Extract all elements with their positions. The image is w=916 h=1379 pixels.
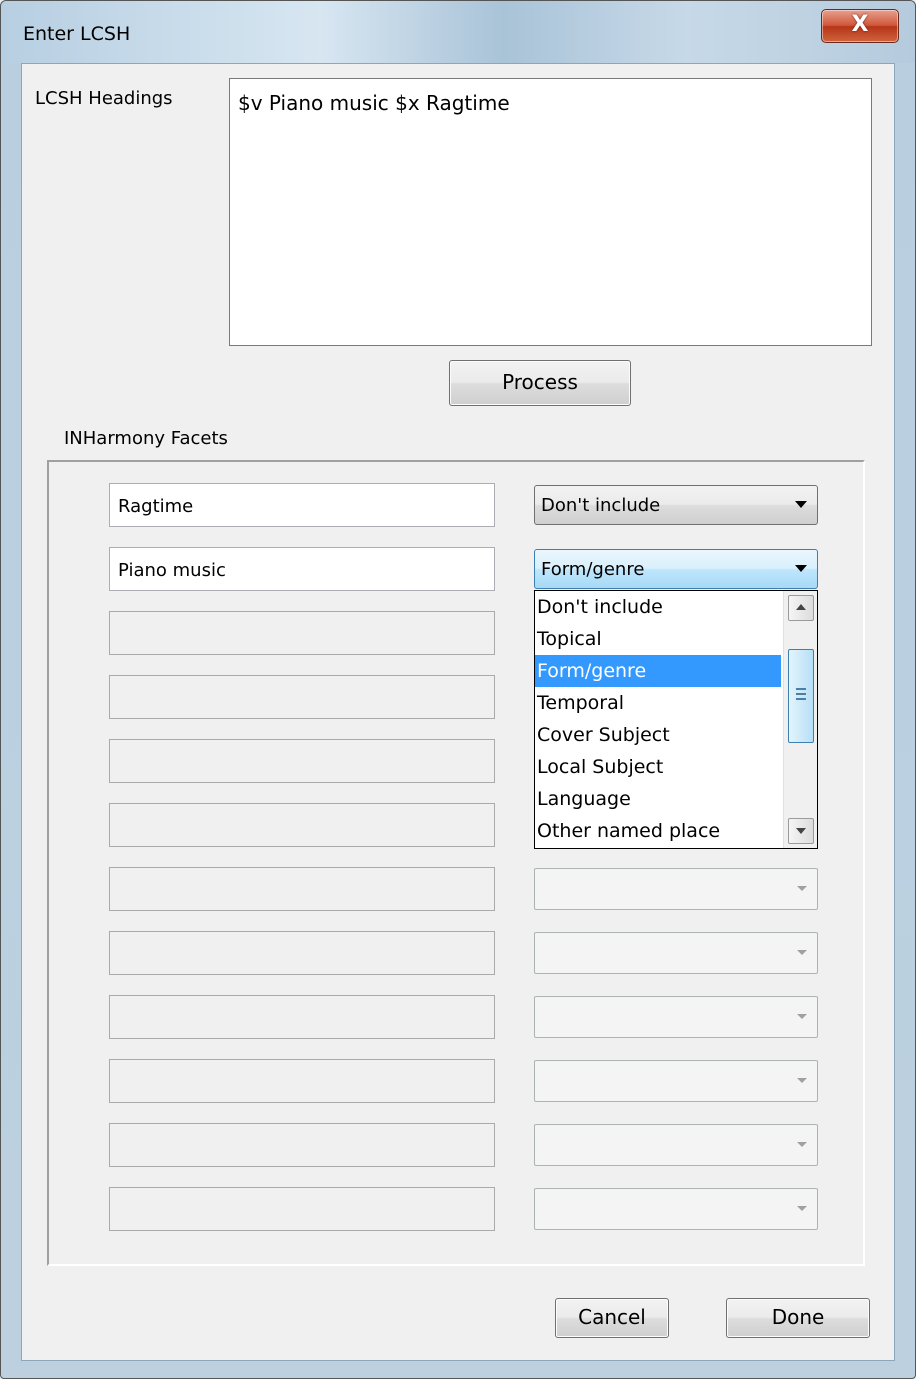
- chevron-down-icon: [797, 1206, 807, 1211]
- window-title: Enter LCSH: [23, 23, 131, 45]
- facet-text-field-3[interactable]: [109, 611, 495, 655]
- facet-type-select-7[interactable]: [534, 868, 818, 910]
- cancel-button[interactable]: Cancel: [555, 1298, 669, 1338]
- dropdown-option-other-named-place[interactable]: Other named place: [535, 815, 781, 847]
- chevron-down-icon: [795, 501, 807, 508]
- facet-text-field-9[interactable]: [109, 995, 495, 1039]
- lcsh-headings-textarea[interactable]: $v Piano music $x Ragtime: [229, 78, 872, 346]
- facet-type-select-9[interactable]: [534, 996, 818, 1038]
- facet-type-select-1[interactable]: Don't include: [534, 485, 818, 525]
- dropdown-option-topical[interactable]: Topical: [535, 623, 781, 655]
- chevron-down-icon: [797, 1014, 807, 1019]
- chevron-down-icon: [797, 950, 807, 955]
- dropdown-option-language[interactable]: Language: [535, 783, 781, 815]
- close-button[interactable]: X: [821, 9, 899, 43]
- facet-text-field-1[interactable]: Ragtime: [109, 483, 495, 527]
- chevron-down-icon: [797, 886, 807, 891]
- facet-text-field-12[interactable]: [109, 1187, 495, 1231]
- scrollbar-thumb[interactable]: [788, 649, 814, 743]
- facet-type-select-12[interactable]: [534, 1188, 818, 1230]
- facet-type-select-2[interactable]: Form/genre: [534, 549, 818, 589]
- facet-text-field-2[interactable]: Piano music: [109, 547, 495, 591]
- grip-line: [796, 693, 806, 695]
- title-bar[interactable]: Enter LCSH X: [1, 1, 915, 63]
- grip-line: [796, 698, 806, 700]
- inharmony-facets-label: INHarmony Facets: [64, 428, 228, 449]
- lcsh-headings-label: LCSH Headings: [35, 88, 173, 109]
- chevron-down-icon: [797, 1078, 807, 1083]
- process-button[interactable]: Process: [449, 360, 631, 406]
- dialog-body: LCSH Headings $v Piano music $x Ragtime …: [21, 63, 895, 1361]
- dialog-window: Enter LCSH X LCSH Headings $v Piano musi…: [0, 0, 916, 1379]
- facet-type-value-2: Form/genre: [541, 559, 645, 580]
- done-button[interactable]: Done: [726, 1298, 870, 1338]
- dropdown-scrollbar[interactable]: [783, 591, 817, 848]
- scroll-down-button[interactable]: [788, 818, 814, 844]
- facet-text-field-5[interactable]: [109, 739, 495, 783]
- facet-type-value-1: Don't include: [541, 495, 661, 516]
- dropdown-option-temporal[interactable]: Temporal: [535, 687, 781, 719]
- close-icon: X: [851, 12, 869, 37]
- facet-text-field-6[interactable]: [109, 803, 495, 847]
- grip-line: [796, 688, 806, 690]
- facet-type-dropdown-list[interactable]: Don't include Topical Form/genre Tempora…: [534, 590, 818, 849]
- facet-text-field-7[interactable]: [109, 867, 495, 911]
- facet-text-field-10[interactable]: [109, 1059, 495, 1103]
- facet-text-field-11[interactable]: [109, 1123, 495, 1167]
- chevron-down-icon: [797, 1142, 807, 1147]
- dropdown-option-cover-subject[interactable]: Cover Subject: [535, 719, 781, 751]
- facet-text-field-4[interactable]: [109, 675, 495, 719]
- dropdown-option-local-subject[interactable]: Local Subject: [535, 751, 781, 783]
- chevron-down-icon: [795, 565, 807, 572]
- facet-type-select-11[interactable]: [534, 1124, 818, 1166]
- facet-type-select-8[interactable]: [534, 932, 818, 974]
- facet-type-select-10[interactable]: [534, 1060, 818, 1102]
- scroll-up-button[interactable]: [788, 595, 814, 621]
- dropdown-option-dont-include[interactable]: Don't include: [535, 591, 781, 623]
- scroll-up-icon: [796, 604, 806, 610]
- scroll-down-icon: [796, 828, 806, 834]
- dropdown-option-form-genre[interactable]: Form/genre: [535, 655, 781, 687]
- facet-text-field-8[interactable]: [109, 931, 495, 975]
